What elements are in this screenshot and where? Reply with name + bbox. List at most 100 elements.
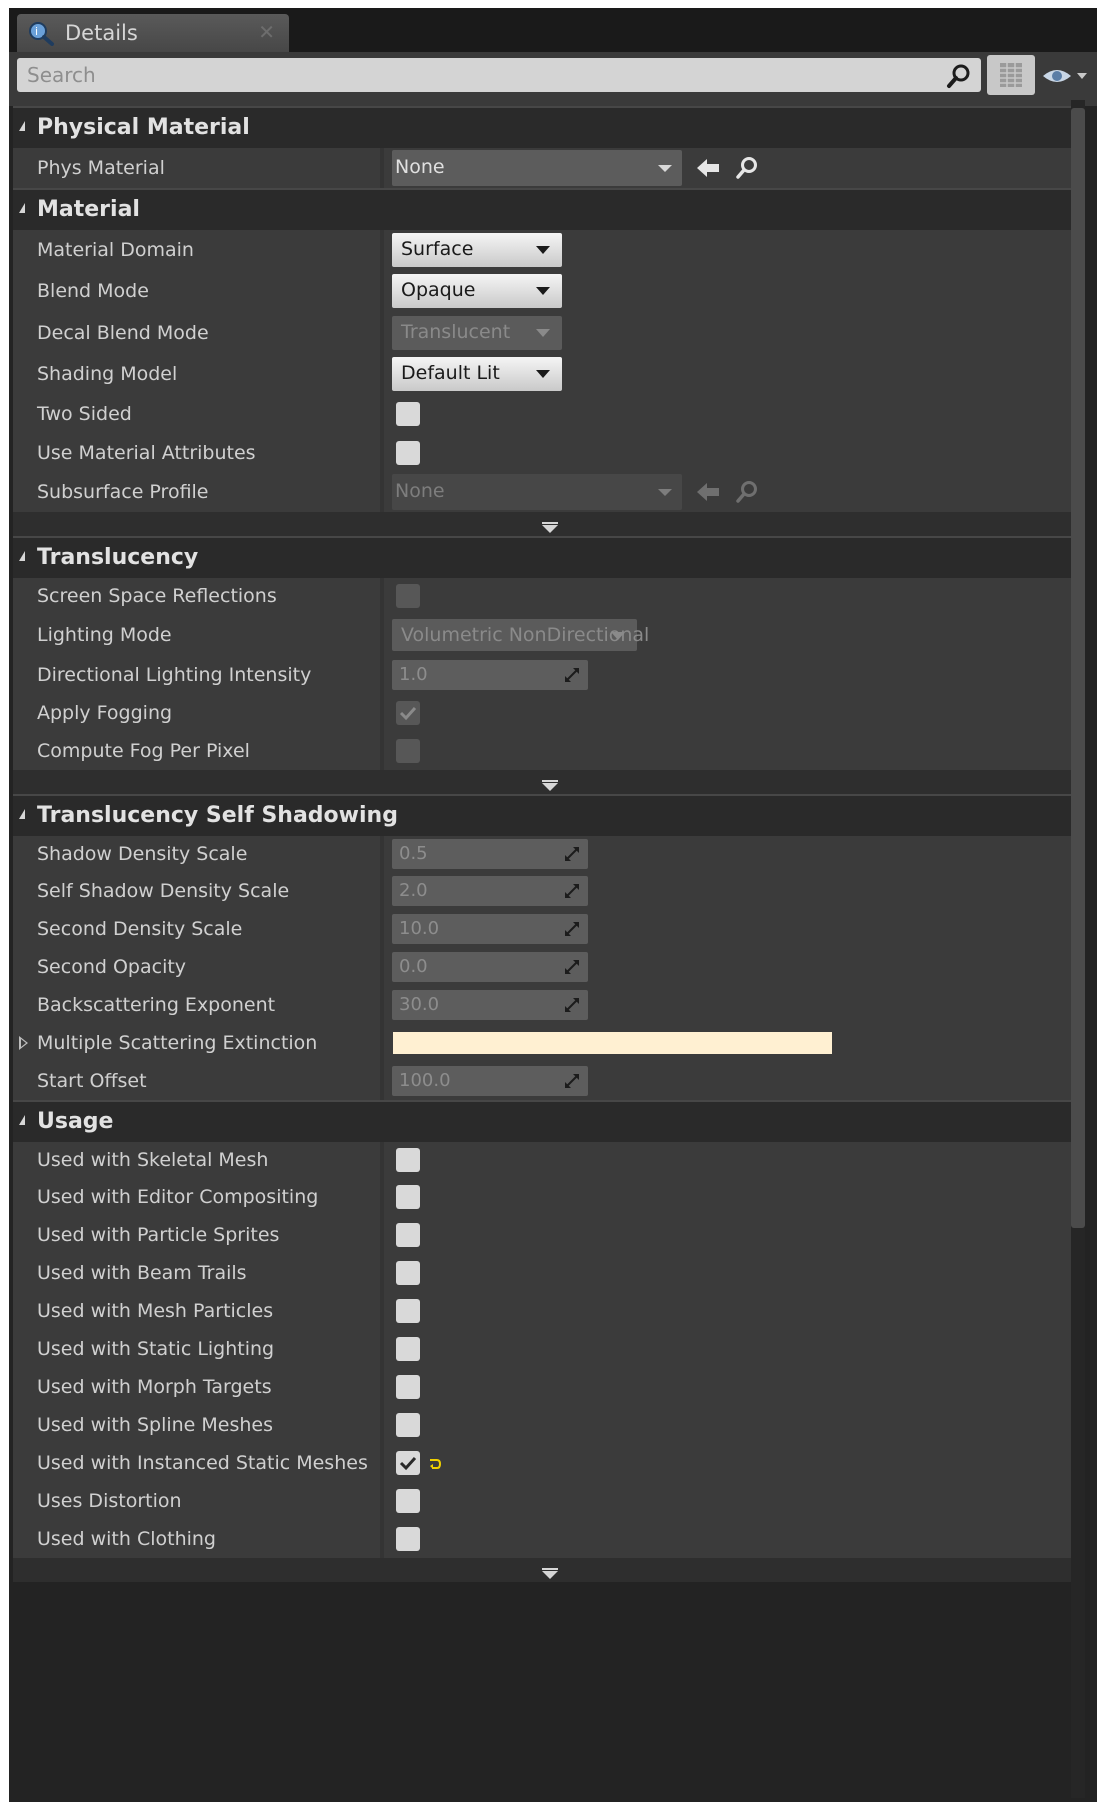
collapse-triangle-icon[interactable] (19, 551, 25, 561)
asset-value: None (395, 156, 445, 178)
color-swatch[interactable] (393, 1032, 832, 1054)
property-row-lighting-mode: Lighting Mode Volumetric NonDirectional (13, 614, 1071, 656)
checkbox-used-with-mesh-particles[interactable] (396, 1299, 420, 1323)
details-panel: i Details ✕ Search Physical Material Phy… (9, 8, 1097, 1802)
property-name-cell: Used with Mesh Particles (13, 1292, 380, 1330)
collapse-triangle-icon[interactable] (19, 1115, 25, 1125)
checkbox-used-with-morph-targets[interactable] (396, 1375, 420, 1399)
property-value-cell: Default Lit (384, 354, 1071, 394)
property-list: Physical Material Phys Material None Materi… (13, 106, 1071, 1582)
property-name-cell: Used with Particle Sprites (13, 1216, 380, 1254)
scrollbar-thumb[interactable] (1071, 108, 1085, 1228)
checkbox-used-with-skeletal-mesh[interactable] (396, 1148, 420, 1172)
property-name-cell: Material Domain (13, 230, 380, 270)
property-name-cell: Lighting Mode (13, 614, 380, 656)
checkbox-use-material-attributes[interactable] (396, 441, 420, 465)
advanced-section-toggle[interactable] (13, 1558, 1071, 1582)
grid-view-icon (1000, 63, 1022, 87)
category-header-translucency-self-shadowing[interactable]: Translucency Self Shadowing (13, 794, 1071, 836)
checkbox-used-with-spline-meshes[interactable] (396, 1413, 420, 1437)
close-icon[interactable]: ✕ (258, 20, 275, 44)
category-header-translucency[interactable]: Translucency (13, 536, 1071, 578)
use-selected-arrow-icon (695, 480, 721, 504)
property-value-cell: None (384, 148, 1071, 188)
checkbox-used-with-clothing[interactable] (396, 1527, 420, 1551)
property-label: Blend Mode (37, 280, 149, 302)
dropdown-blend-mode[interactable]: Opaque (392, 274, 562, 308)
advanced-section-toggle[interactable] (13, 770, 1071, 794)
property-label: Lighting Mode (37, 624, 172, 646)
property-name-cell: Use Material Attributes (13, 434, 380, 472)
category-header-material[interactable]: Material (13, 188, 1071, 230)
property-row-second-density-scale: Second Density Scale 10.0 (13, 910, 1071, 948)
checkbox-used-with-beam-trails[interactable] (396, 1261, 420, 1285)
property-label: Used with Skeletal Mesh (37, 1149, 269, 1171)
property-label: Used with Morph Targets (37, 1376, 272, 1398)
numeric-field-second-opacity: 0.0 (392, 952, 588, 982)
property-name-cell: Decal Blend Mode (13, 312, 380, 354)
collapse-triangle-icon[interactable] (19, 121, 25, 131)
property-row-second-opacity: Second Opacity 0.0 (13, 948, 1071, 986)
visibility-dropdown-button[interactable] (1039, 58, 1093, 94)
property-label: Backscattering Exponent (37, 994, 276, 1016)
property-name-cell: Self Shadow Density Scale (13, 872, 380, 910)
chevron-down-icon (536, 246, 550, 254)
checkbox-uses-distortion[interactable] (396, 1489, 420, 1513)
drag-resize-icon (564, 1073, 580, 1089)
property-label: Subsurface Profile (37, 481, 209, 503)
collapse-triangle-icon[interactable] (19, 203, 25, 213)
dropdown-lighting-mode: Volumetric NonDirectional (392, 619, 649, 651)
expand-advanced-arrow-icon[interactable] (540, 519, 560, 533)
view-options-button[interactable] (987, 55, 1035, 95)
property-name-cell: Apply Fogging (13, 694, 380, 732)
dropdown-shading-model[interactable]: Default Lit (392, 357, 562, 391)
checkbox-two-sided[interactable] (396, 402, 420, 426)
expand-advanced-arrow-icon[interactable] (540, 1565, 560, 1579)
property-label: Multiple Scattering Extinction (37, 1032, 318, 1054)
property-name-cell: Second Density Scale (13, 910, 380, 948)
property-value-cell (384, 1178, 1071, 1216)
checkmark-icon (399, 1456, 417, 1471)
property-name-cell: Backscattering Exponent (13, 986, 380, 1024)
reset-to-default-icon[interactable] (428, 1456, 442, 1470)
asset-picker-combo[interactable]: None (392, 150, 682, 186)
browse-search-icon (734, 479, 760, 505)
category-header-usage[interactable]: Usage (13, 1100, 1071, 1142)
checkbox-used-with-particle-sprites[interactable] (396, 1223, 420, 1247)
numeric-field-directional-lighting-intensity: 1.0 (392, 660, 588, 690)
expand-advanced-arrow-icon[interactable] (540, 777, 560, 791)
property-row-phys-material: Phys Material None (13, 148, 1071, 188)
category-title: Material (37, 197, 140, 222)
tab-title: Details (65, 21, 138, 45)
search-icon[interactable] (945, 62, 973, 90)
advanced-section-toggle[interactable] (13, 512, 1071, 536)
dropdown-material-domain[interactable]: Surface (392, 233, 562, 267)
property-row-used-with-beam-trails: Used with Beam Trails (13, 1254, 1071, 1292)
property-value-cell: 10.0 (384, 910, 1071, 948)
tab-details[interactable]: i Details ✕ (17, 14, 289, 52)
property-label: Screen Space Reflections (37, 585, 277, 607)
property-value-cell (384, 1142, 1071, 1178)
numeric-field-start-offset: 100.0 (392, 1066, 588, 1096)
property-name-cell: Used with Morph Targets (13, 1368, 380, 1406)
checkbox-used-with-static-lighting[interactable] (396, 1337, 420, 1361)
search-input[interactable] (17, 58, 917, 92)
scrollbar[interactable] (1071, 100, 1085, 1798)
dropdown-decal-blend-mode: Translucent (392, 316, 562, 350)
property-label: Used with Clothing (37, 1528, 216, 1550)
property-name-cell: Two Sided (13, 394, 380, 434)
checkbox-compute-fog-per-pixel (396, 739, 420, 763)
property-name-cell: Used with Static Lighting (13, 1330, 380, 1368)
property-label: Use Material Attributes (37, 442, 256, 464)
browse-search-icon[interactable] (734, 155, 760, 181)
property-row-used-with-particle-sprites: Used with Particle Sprites (13, 1216, 1071, 1254)
use-selected-arrow-icon[interactable] (695, 156, 721, 180)
collapse-triangle-icon[interactable] (19, 809, 25, 819)
property-row-used-with-editor-compositing: Used with Editor Compositing (13, 1178, 1071, 1216)
checkbox-used-with-editor-compositing[interactable] (396, 1185, 420, 1209)
property-value-cell (384, 1292, 1071, 1330)
category-header-physical-material[interactable]: Physical Material (13, 106, 1071, 148)
expand-arrow-icon[interactable] (19, 1036, 28, 1050)
checkbox-used-with-instanced-static-meshes[interactable] (396, 1451, 420, 1475)
property-value-cell: Surface (384, 230, 1071, 270)
